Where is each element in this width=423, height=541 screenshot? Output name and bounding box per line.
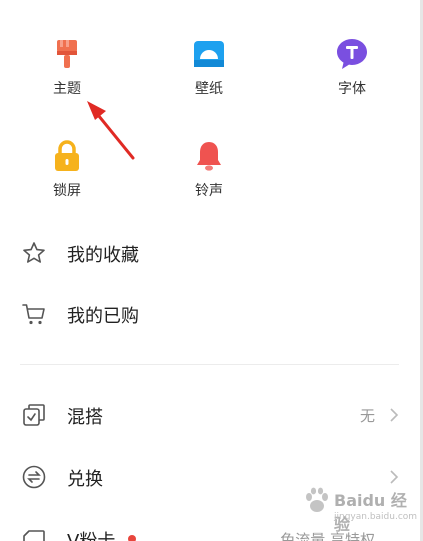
- bell-icon: [193, 140, 225, 172]
- ringtone-label: 铃声: [195, 183, 223, 199]
- mix-row[interactable]: 混搭 无: [20, 395, 403, 435]
- card-icon: [23, 530, 45, 541]
- theme-label: 主题: [53, 81, 81, 97]
- ringtone-item[interactable]: 铃声: [164, 140, 254, 200]
- mix-value: 无: [359, 407, 375, 425]
- wallpaper-label: 壁纸: [195, 81, 223, 97]
- paint-brush-icon: [51, 38, 83, 70]
- font-item[interactable]: 字体: [307, 38, 397, 98]
- purchased-label: 我的已购: [67, 306, 139, 327]
- exchange-icon: [22, 465, 46, 489]
- font-label: 字体: [338, 81, 366, 97]
- theme-item[interactable]: 主题: [22, 38, 112, 98]
- annotation-arrow: [87, 101, 135, 160]
- chevron-right-icon: [390, 408, 399, 422]
- font-t-icon: [336, 38, 368, 70]
- wallpaper-icon: [193, 38, 225, 70]
- purchased-row[interactable]: 我的已购: [20, 294, 403, 334]
- star-icon: [23, 242, 45, 263]
- section-divider: [20, 364, 399, 365]
- vcard-label: V粉卡: [67, 527, 115, 541]
- mix-label: 混搭: [67, 407, 103, 428]
- paw-logo-icon: [306, 487, 328, 512]
- watermark: Baidu 经验 jingyan.baidu.com: [300, 484, 417, 534]
- watermark-brand: Baidu 经验: [334, 491, 407, 534]
- lockscreen-label: 锁屏: [53, 183, 81, 199]
- padlock-icon: [51, 140, 83, 172]
- chevron-right-icon: [390, 470, 399, 484]
- cart-icon: [22, 304, 45, 325]
- favorites-row[interactable]: 我的收藏: [20, 233, 403, 273]
- wallpaper-item[interactable]: 壁纸: [164, 38, 254, 98]
- watermark-url: jingyan.baidu.com: [334, 512, 418, 522]
- exchange-label: 兑换: [67, 469, 103, 490]
- favorites-label: 我的收藏: [67, 245, 139, 266]
- mix-icon: [23, 404, 45, 426]
- new-badge-dot: [128, 535, 136, 541]
